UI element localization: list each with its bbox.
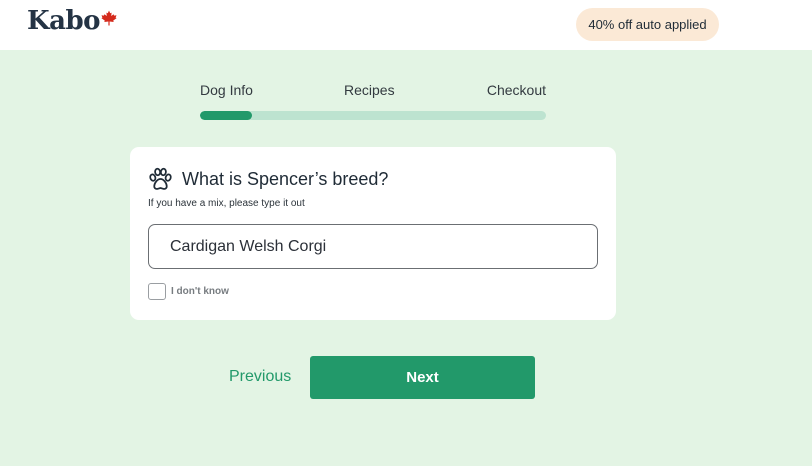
checkout-steps: Dog Info Recipes Checkout [200,82,546,98]
dont-know-option[interactable]: I don't know [148,283,229,300]
paw-icon [149,167,172,190]
logo-text: Kabo [27,6,100,36]
question-header: What is Spencer’s breed? [148,167,388,192]
promo-badge: 40% off auto applied [576,8,719,41]
breed-input[interactable] [148,224,598,269]
next-button[interactable]: Next [310,356,535,399]
dont-know-label: I don't know [171,286,229,297]
dont-know-checkbox[interactable] [148,283,166,300]
progress-fill [200,111,252,120]
question-hint: If you have a mix, please type it out [148,198,305,209]
progress-bar [200,111,546,120]
site-header: Kabo 40% off auto applied [0,0,812,50]
step-checkout: Checkout [486,82,546,98]
previous-button[interactable]: Previous [229,368,291,386]
question-title: What is Spencer’s breed? [182,169,389,189]
maple-leaf-icon [101,10,117,26]
kabo-logo[interactable]: Kabo [27,4,117,38]
step-dog-info: Dog Info [200,82,253,98]
breed-question-card: What is Spencer’s breed? If you have a m… [130,147,616,320]
step-recipes: Recipes [344,82,395,98]
